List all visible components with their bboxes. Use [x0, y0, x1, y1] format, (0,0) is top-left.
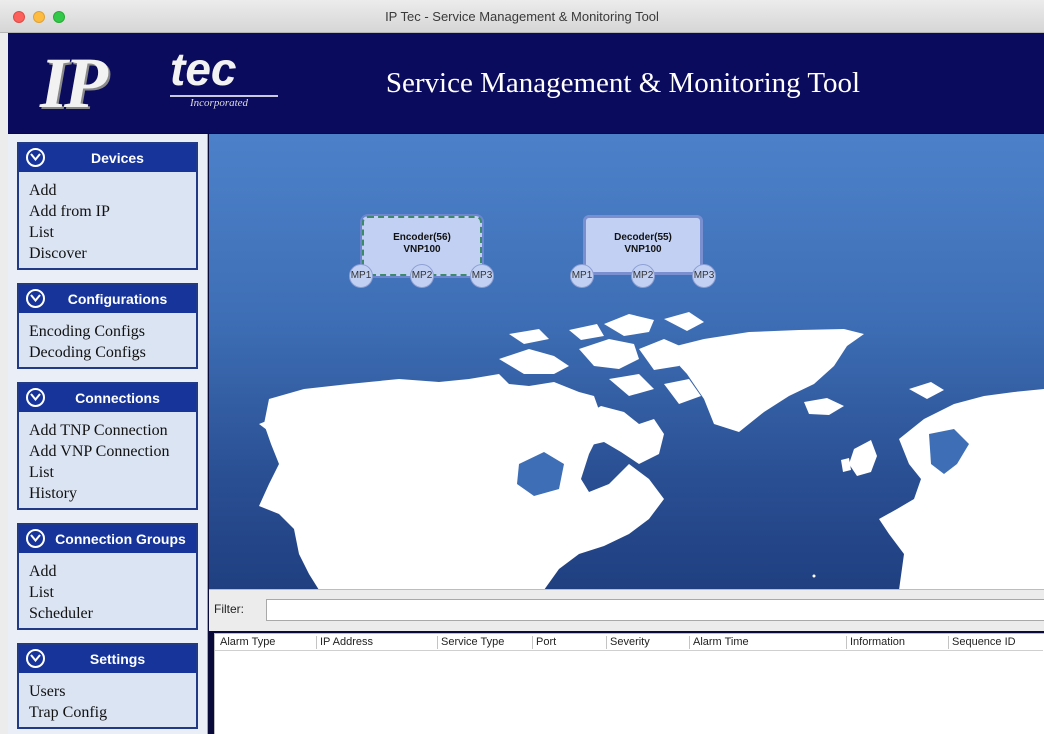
window-title: IP Tec - Service Management & Monitoring…: [385, 9, 659, 24]
devices-panel-header[interactable]: Devices: [19, 144, 196, 172]
decoder-port-mp2[interactable]: MP2: [631, 264, 655, 288]
device-name-label: Encoder(56): [393, 232, 451, 243]
encoding-configs-link[interactable]: Encoding Configs: [29, 321, 186, 342]
column-header-alarm-type[interactable]: Alarm Type: [217, 636, 275, 649]
connections-panel-header[interactable]: Connections: [19, 384, 196, 412]
devices-add-link[interactable]: Add: [29, 180, 186, 201]
devices-discover-link[interactable]: Discover: [29, 243, 186, 264]
column-header-ip-address[interactable]: IP Address: [316, 636, 373, 649]
alarm-table-header: Alarm Type IP Address Service Type Port …: [215, 634, 1043, 651]
encoder-port-mp3[interactable]: MP3: [470, 264, 494, 288]
configurations-panel-title: Configurations: [67, 291, 168, 307]
device-map-canvas[interactable]: [209, 134, 1044, 590]
sidebar: Devices Add Add from IP List Discover Co…: [8, 134, 208, 734]
alarm-table[interactable]: Alarm Type IP Address Service Type Port …: [214, 633, 1044, 734]
settings-trap-config-link[interactable]: Trap Config: [29, 702, 186, 723]
connections-panel: Connections Add TNP Connection Add VNP C…: [17, 382, 198, 510]
connection-groups-panel-header[interactable]: Connection Groups: [19, 525, 196, 553]
settings-panel-header[interactable]: Settings: [19, 645, 196, 673]
chevron-down-icon[interactable]: [26, 289, 45, 308]
connection-groups-add-link[interactable]: Add: [29, 561, 186, 582]
column-header-severity[interactable]: Severity: [606, 636, 650, 649]
connection-groups-scheduler-link[interactable]: Scheduler: [29, 603, 186, 624]
devices-panel: Devices Add Add from IP List Discover: [17, 142, 198, 270]
connections-history-link[interactable]: History: [29, 483, 186, 504]
chevron-down-icon[interactable]: [26, 649, 45, 668]
device-model-label: VNP100: [624, 244, 662, 255]
filter-input[interactable]: [266, 599, 1044, 621]
chevron-down-icon[interactable]: [26, 529, 45, 548]
encoder-port-mp2[interactable]: MP2: [410, 264, 434, 288]
decoder-port-mp1[interactable]: MP1: [570, 264, 594, 288]
filter-label: Filter:: [214, 602, 244, 616]
configurations-panel-header[interactable]: Configurations: [19, 285, 196, 313]
app-title: Service Management & Monitoring Tool: [385, 67, 861, 99]
add-tnp-connection-link[interactable]: Add TNP Connection: [29, 420, 186, 441]
chevron-down-icon[interactable]: [26, 148, 45, 167]
column-header-information[interactable]: Information: [846, 636, 905, 649]
device-name-label: Decoder(55): [614, 232, 672, 243]
devices-panel-title: Devices: [91, 150, 144, 166]
decoding-configs-link[interactable]: Decoding Configs: [29, 342, 186, 363]
decoder-port-mp3[interactable]: MP3: [692, 264, 716, 288]
column-header-service-type[interactable]: Service Type: [437, 636, 504, 649]
devices-add-from-ip-link[interactable]: Add from IP: [29, 201, 186, 222]
logo-ip-text: IP: [40, 43, 108, 123]
logo-tec-text: tec: [170, 43, 237, 95]
column-header-port[interactable]: Port: [532, 636, 556, 649]
settings-users-link[interactable]: Users: [29, 681, 186, 702]
connections-panel-title: Connections: [75, 390, 160, 406]
column-header-alarm-time[interactable]: Alarm Time: [689, 636, 749, 649]
chevron-down-icon[interactable]: [26, 388, 45, 407]
window-titlebar[interactable]: IP Tec - Service Management & Monitoring…: [0, 0, 1044, 33]
iptec-logo: IP tec Incorporated: [38, 41, 288, 127]
settings-panel-title: Settings: [89, 651, 146, 667]
encoder-port-mp1[interactable]: MP1: [349, 264, 373, 288]
logo-subtitle: Incorporated: [190, 97, 249, 109]
connection-groups-list-link[interactable]: List: [29, 582, 186, 603]
header-banner: IP tec Incorporated Service Management &…: [8, 33, 1044, 133]
settings-panel: Settings Users Trap Config: [17, 643, 198, 729]
column-header-sequence-id[interactable]: Sequence ID: [948, 636, 1016, 649]
connection-groups-panel: Connection Groups Add List Scheduler: [17, 523, 198, 630]
devices-list-link[interactable]: List: [29, 222, 186, 243]
filter-bar: Filter:: [209, 589, 1044, 631]
configurations-panel: Configurations Encoding Configs Decoding…: [17, 283, 198, 369]
connection-groups-panel-title: Connection Groups: [55, 531, 186, 547]
add-vnp-connection-link[interactable]: Add VNP Connection: [29, 441, 186, 462]
connections-list-link[interactable]: List: [29, 462, 186, 483]
device-model-label: VNP100: [403, 244, 441, 255]
world-map-background: [259, 312, 1044, 590]
